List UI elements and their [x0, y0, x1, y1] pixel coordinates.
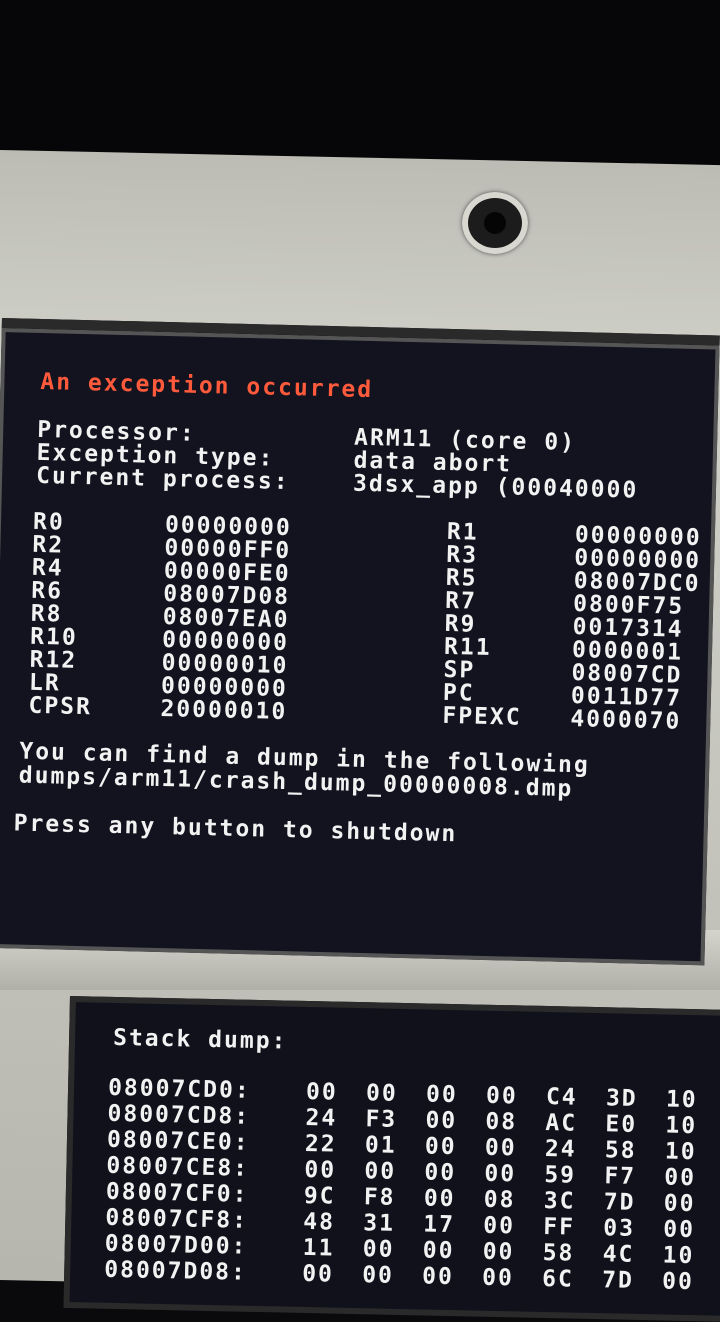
- stack-dump-title: Stack dump:: [112, 1024, 288, 1055]
- stack-addr: 08007CF0:: [105, 1178, 249, 1208]
- stack-byte: 3D: [605, 1085, 638, 1112]
- stack-byte: F3: [365, 1106, 398, 1133]
- stack-byte: 22: [304, 1130, 337, 1158]
- exception-title: An exception occurred: [40, 368, 374, 404]
- stack-addr: 08007CF8:: [105, 1204, 249, 1234]
- stack-byte: 10: [662, 1242, 695, 1270]
- stack-byte: 00: [425, 1107, 458, 1135]
- stack-byte: 24: [305, 1104, 338, 1132]
- reg-name-cpsr: CPSR: [28, 692, 93, 721]
- stack-addr: 08007CD0:: [107, 1074, 251, 1104]
- stack-byte: 00: [424, 1133, 457, 1161]
- stack-byte: 00: [362, 1236, 395, 1263]
- stack-byte: 00: [484, 1134, 517, 1162]
- stack-byte: 00: [365, 1080, 398, 1107]
- stack-byte: C4: [545, 1083, 578, 1111]
- stack-byte: E0: [605, 1111, 638, 1138]
- stack-byte: F8: [363, 1184, 396, 1211]
- stack-byte: 03: [602, 1215, 636, 1242]
- reg-value-fpexc: 4000070: [570, 706, 682, 735]
- stack-byte: 17: [423, 1211, 456, 1239]
- stack-byte: 00: [661, 1268, 695, 1296]
- stack-byte: 00: [423, 1185, 456, 1213]
- stack-byte: 00: [663, 1190, 696, 1218]
- stack-byte: 31: [363, 1210, 396, 1237]
- stack-byte: 00: [484, 1160, 517, 1188]
- stack-byte: 00: [664, 1164, 697, 1192]
- camera-lens: [462, 192, 528, 254]
- stack-byte: 58: [542, 1239, 575, 1267]
- stack-byte: 00: [425, 1081, 458, 1109]
- stack-byte: 10: [665, 1112, 698, 1140]
- stack-byte: 00: [483, 1212, 516, 1240]
- stack-byte: 08: [483, 1186, 516, 1214]
- stack-byte: 7D: [603, 1189, 636, 1216]
- stack-byte: 00: [424, 1159, 457, 1187]
- stack-byte: FF: [542, 1213, 576, 1241]
- background: [0, 0, 720, 170]
- stack-byte: 08: [485, 1108, 518, 1136]
- reg-name-fpexc: FPEXC: [442, 702, 522, 731]
- stack-byte: 00: [304, 1156, 337, 1184]
- top-screen: An exception occurred Processor: ARM11 (…: [0, 318, 720, 966]
- reg-value-cpsr: 20000010: [160, 695, 288, 726]
- info-label-current-process: Current process:: [35, 462, 290, 496]
- stack-byte: 24: [544, 1135, 577, 1163]
- stack-byte: 3C: [543, 1187, 576, 1215]
- stack-byte: 00: [662, 1216, 696, 1244]
- stack-byte: AC: [545, 1109, 578, 1137]
- info-value-current-process: 3dsx_app (00040000: [352, 470, 639, 504]
- stack-addr: 08007CE0:: [106, 1126, 250, 1156]
- stack-byte: 7D: [601, 1267, 635, 1294]
- bottom-screen: Stack dump: 08007CD0: 00 00 00 00 C4 3D …: [63, 996, 720, 1322]
- stack-byte: 4C: [602, 1241, 635, 1268]
- stack-byte: 00: [361, 1262, 395, 1289]
- shutdown-prompt: Press any button to shutdown: [13, 810, 458, 848]
- stack-byte: 59: [544, 1161, 577, 1189]
- stack-addr: 08007CE8:: [106, 1152, 250, 1182]
- stack-byte: 48: [303, 1208, 336, 1236]
- stack-byte: 00: [364, 1158, 397, 1185]
- stack-byte: 58: [604, 1137, 637, 1164]
- stack-byte: 10: [665, 1086, 698, 1114]
- stack-byte: 10: [664, 1138, 697, 1166]
- stack-addr: 08007D08:: [104, 1256, 248, 1286]
- stack-byte: 00: [305, 1078, 339, 1106]
- stack-byte: 11: [302, 1234, 335, 1262]
- stack-byte: F7: [604, 1163, 637, 1190]
- stack-addr: 08007CD8:: [107, 1100, 251, 1130]
- stack-byte: 9C: [303, 1182, 336, 1210]
- stack-byte: 6C: [541, 1265, 575, 1293]
- stack-byte: 00: [485, 1082, 518, 1110]
- stack-byte: 01: [364, 1132, 397, 1159]
- stack-byte: 00: [301, 1260, 335, 1288]
- stack-addr: 08007D00:: [104, 1230, 248, 1260]
- stack-byte: 00: [422, 1237, 455, 1265]
- stack-byte: 00: [481, 1264, 515, 1292]
- stack-byte: 00: [482, 1238, 515, 1266]
- stack-byte: 00: [421, 1263, 455, 1291]
